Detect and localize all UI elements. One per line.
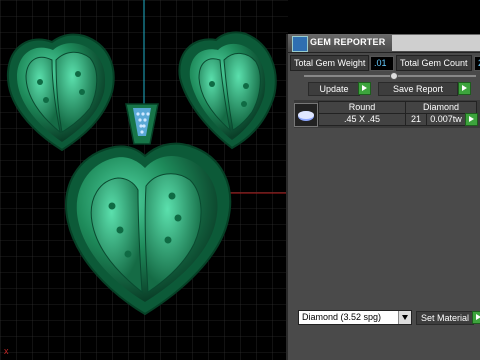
panel-title-bar[interactable]: GEM REPORTER (288, 34, 480, 53)
material-select-value: Diamond (3.52 spg) (302, 312, 382, 322)
total-gem-weight-value: .01 (370, 56, 394, 71)
gem-thumbnail-icon[interactable] (294, 103, 318, 127)
panel-title: GEM REPORTER (310, 37, 386, 47)
save-report-button[interactable]: Save Report (378, 82, 458, 96)
axis-marker-label: x (4, 346, 9, 356)
set-material-button[interactable]: Set Material (416, 311, 474, 325)
total-gem-weight-label: Total Gem Weight (290, 55, 370, 71)
total-gem-count-label: Total Gem Count (396, 55, 472, 71)
slider-thumb[interactable] (390, 72, 398, 80)
update-button[interactable]: Update (308, 82, 360, 96)
table-cell-size: .45 X .45 (318, 113, 406, 126)
gem-reporter-panel: GEM REPORTER Total Gem Weight .01 Total … (286, 34, 480, 360)
update-go-icon[interactable] (358, 82, 371, 95)
table-row-go-icon[interactable] (465, 113, 478, 126)
3d-viewport[interactable]: x (0, 0, 288, 360)
table-cell-count: 21 (405, 113, 427, 126)
viewport-canvas[interactable]: x (0, 0, 288, 360)
set-material-go-icon[interactable] (472, 311, 480, 324)
table-cell-weight: 0.007tw (426, 113, 466, 126)
material-select[interactable]: Diamond (3.52 spg) (298, 310, 412, 325)
total-gem-count-value: 2 (474, 56, 480, 71)
gem-thumbnail-graphic (298, 111, 314, 121)
gem-reporter-icon (292, 36, 308, 52)
save-report-go-icon[interactable] (458, 82, 471, 95)
title-bar-blank-area (392, 35, 480, 51)
chevron-down-icon[interactable] (398, 311, 411, 324)
